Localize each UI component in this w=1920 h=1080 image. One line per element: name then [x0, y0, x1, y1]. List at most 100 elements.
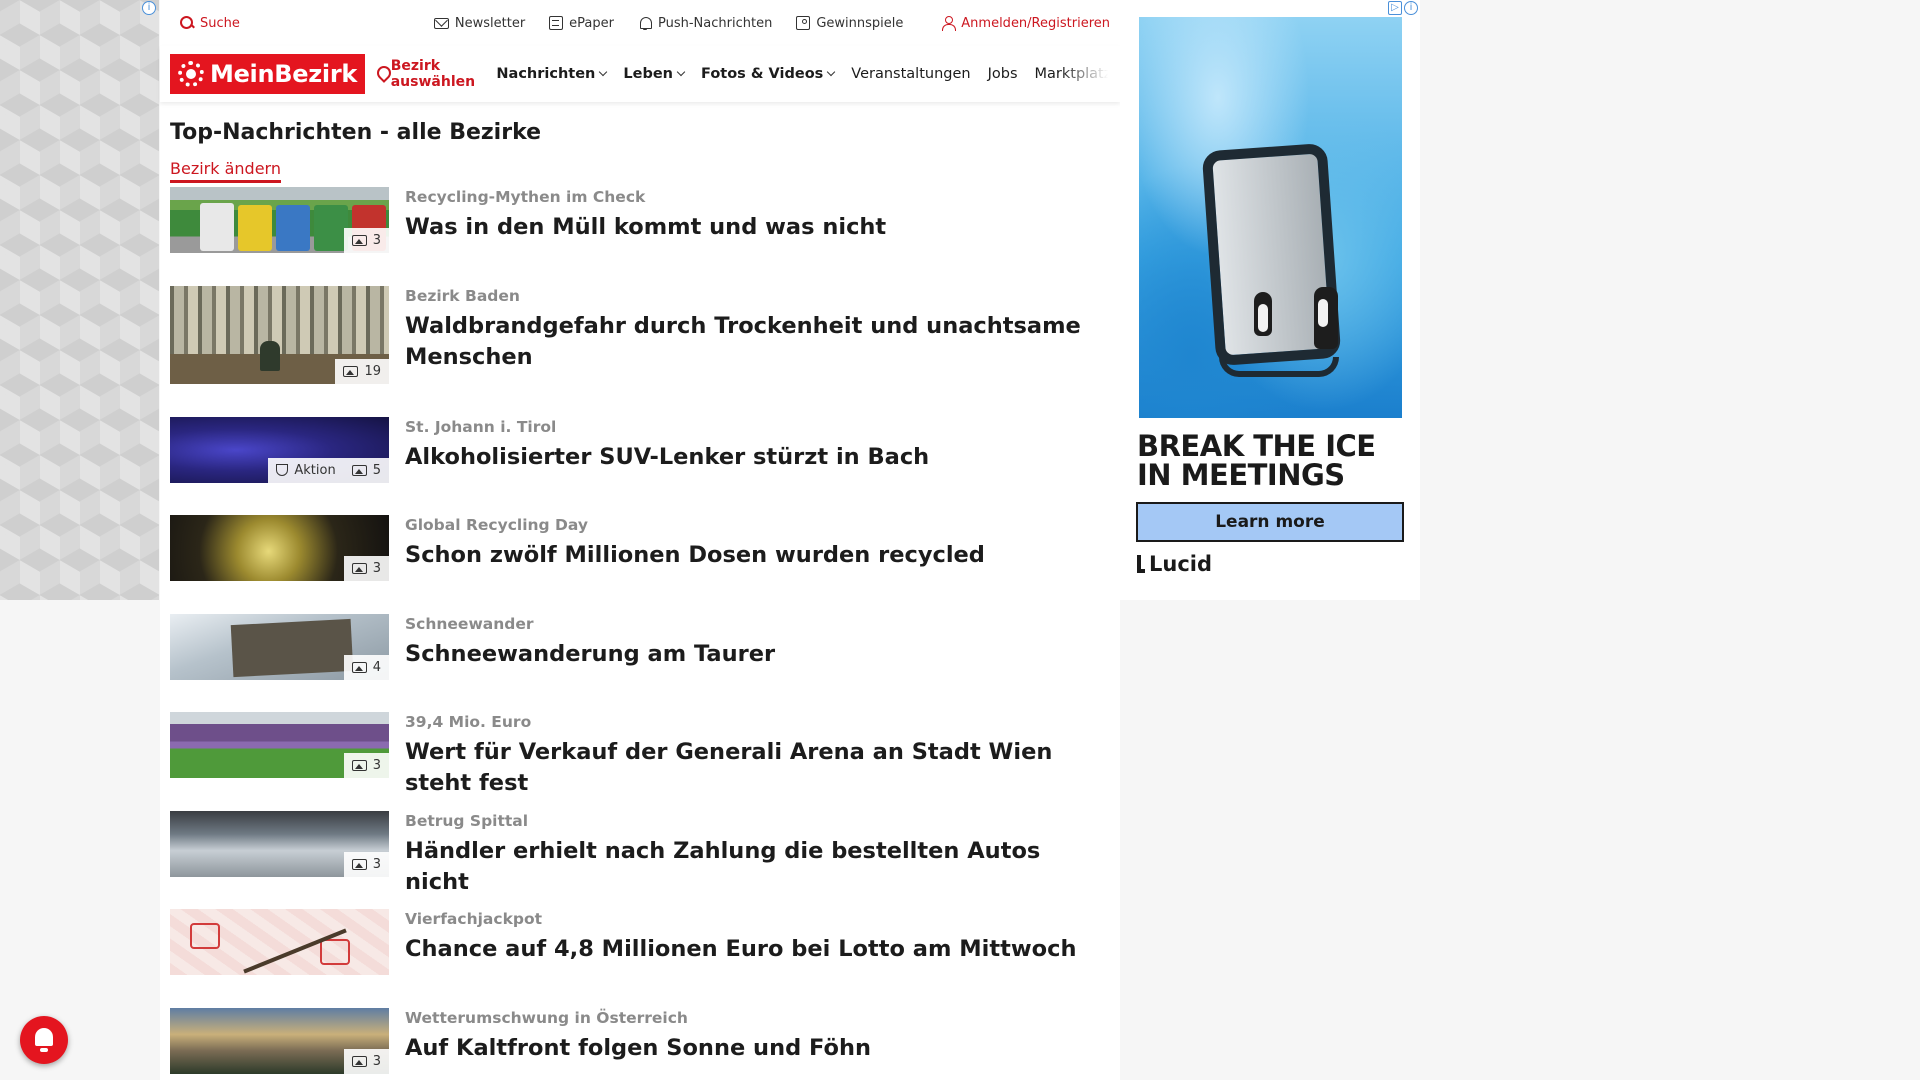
image-gallery-icon — [351, 760, 367, 771]
image-gallery-icon — [351, 464, 367, 476]
article-headline[interactable]: Schneewanderung am Taurer — [405, 639, 1105, 670]
photo-count-badge: 3 — [343, 1048, 389, 1074]
logo-text: MeinBezirk — [210, 60, 358, 88]
article-kicker: 39,4 Mio. Euro — [405, 713, 532, 731]
newsletter-label: Newsletter — [454, 15, 526, 31]
article-item[interactable]: 4 Schneewander Schneewanderung am Taurer — [170, 613, 1120, 713]
article-item[interactable]: 3 39,4 Mio. Euro Wert für Verkauf der Ge… — [170, 712, 1120, 811]
article-headline[interactable]: Wert für Verkauf der Generali Arena an S… — [405, 737, 1105, 799]
nav-item-fotos-videos[interactable]: Fotos & Videos — [701, 66, 836, 82]
ad-headline-line: BREAK THE ICE — [1137, 429, 1376, 463]
nav-item-nachrichten[interactable]: Nachrichten — [496, 66, 608, 82]
article-kicker: Schneewander — [405, 614, 534, 633]
adchoices[interactable]: ▷ i — [1388, 1, 1418, 15]
article-thumbnail[interactable] — [170, 909, 389, 975]
article-item[interactable]: Aktion 5 St. Johann i. Tirol Alkoholisie… — [170, 416, 1120, 516]
article-thumbnail[interactable]: 3 — [170, 1007, 389, 1074]
image-gallery-icon — [343, 365, 359, 377]
page-title: Top-Nachrichten - alle Bezirke — [170, 120, 542, 145]
chevron-down-icon — [676, 67, 686, 77]
article-kicker: Vierfachjackpot — [405, 910, 543, 928]
image-gallery-icon — [351, 563, 367, 574]
article-kicker: Global Recycling Day — [405, 516, 588, 534]
image-gallery-icon — [351, 1055, 367, 1067]
article-thumbnail[interactable]: 3 — [170, 187, 389, 253]
article-thumbnail[interactable]: 3 — [170, 810, 389, 877]
article-item[interactable]: Vierfachjackpot Chance auf 4,8 Millionen… — [170, 909, 1120, 1008]
article-item[interactable]: 3 Wetterumschwung in Österreich Auf Kalt… — [170, 1007, 1120, 1080]
article-kicker: St. Johann i. Tirol — [405, 417, 557, 436]
article-headline[interactable]: Händler erhielt nach Zahlung die bestell… — [405, 836, 1105, 898]
article-headline[interactable]: Chance auf 4,8 Millionen Euro bei Lotto … — [405, 934, 1105, 965]
push-bell-icon[interactable] — [20, 1016, 68, 1064]
lucid-logo-icon — [1137, 555, 1145, 573]
site-logo[interactable]: MeinBezirk — [170, 54, 366, 94]
image-gallery-icon — [351, 235, 367, 246]
article-thumbnail[interactable]: 4 — [170, 613, 389, 680]
adchoices-icon[interactable]: ▷ — [1388, 1, 1402, 15]
article-item[interactable]: 19 Bezirk Baden Waldbrandgefahr durch Tr… — [170, 285, 1120, 417]
info-icon[interactable]: i — [142, 1, 156, 15]
article-item[interactable]: 3 Recycling-Mythen im Check Was in den M… — [170, 187, 1120, 286]
search-link[interactable]: Suche — [180, 16, 240, 31]
top-utility-bar: Suche Newsletter ePaper Push-Nachrichten… — [160, 0, 1120, 46]
penguin-illustration — [1254, 292, 1272, 336]
photo-count-badge: 3 — [343, 753, 389, 778]
article-headline[interactable]: Was in den Müll kommt und was nicht — [405, 212, 1105, 243]
article-headline[interactable]: Auf Kaltfront folgen Sonne und Föhn — [405, 1033, 1105, 1064]
search-label: Suche — [200, 15, 240, 31]
login-register-link[interactable]: Anmelden/Registrieren — [941, 16, 1110, 31]
change-bezirk-link[interactable]: Bezirk ändern — [170, 159, 281, 183]
nav-item-label: Leben — [623, 66, 673, 82]
bell-icon — [638, 16, 652, 30]
ad-headline: BREAK THE ICE IN MEETINGS — [1137, 432, 1376, 490]
nav-item-label: Jobs — [987, 66, 1018, 82]
main-navigation: MeinBezirk Bezirk auswählen Nachrichten … — [160, 46, 1120, 102]
nav-item-veranstaltungen[interactable]: Veranstaltungen — [851, 66, 970, 82]
article-list: 3 Recycling-Mythen im Check Was in den M… — [160, 187, 1120, 1080]
article-kicker: Recycling-Mythen im Check — [405, 188, 646, 206]
login-label: Anmelden/Registrieren — [961, 15, 1110, 31]
photo-count: 3 — [372, 856, 381, 872]
article-thumbnail[interactable]: Aktion 5 — [170, 416, 389, 483]
epaper-icon — [549, 16, 564, 30]
article-headline[interactable]: Alkoholisierter SUV-Lenker stürzt in Bac… — [405, 442, 1105, 473]
photo-count: 3 — [372, 561, 381, 576]
ad-brand-name: Lucid — [1149, 552, 1213, 576]
article-kicker: Bezirk Baden — [405, 286, 520, 305]
ad-headline-line: IN MEETINGS — [1137, 458, 1345, 492]
article-headline[interactable]: Waldbrandgefahr durch Trockenheit und un… — [405, 311, 1105, 373]
newsletter-link[interactable]: Newsletter — [433, 15, 526, 31]
push-label: Push-Nachrichten — [658, 15, 773, 31]
logo-burst-icon — [178, 61, 204, 87]
info-icon[interactable]: i — [1404, 1, 1418, 15]
nav-item-jobs[interactable]: Jobs — [988, 66, 1018, 82]
action-badge-label: Aktion — [294, 462, 336, 478]
article-item[interactable]: 3 Betrug Spittal Händler erhielt nach Za… — [170, 810, 1120, 910]
epaper-label: ePaper — [569, 15, 614, 31]
article-item[interactable]: 3 Global Recycling Day Schon zwölf Milli… — [170, 515, 1120, 614]
ad-image[interactable] — [1139, 17, 1402, 418]
mail-icon — [433, 17, 449, 29]
sidebar-ad[interactable]: ▷ i BREAK THE ICE IN MEETINGS Learn more… — [1120, 0, 1420, 600]
push-notifications-link[interactable]: Push-Nachrichten — [638, 16, 772, 31]
location-pin-icon — [377, 66, 385, 82]
article-kicker: Wetterumschwung in Österreich — [405, 1008, 688, 1027]
article-headline[interactable]: Schon zwölf Millionen Dosen wurden recyc… — [405, 540, 1105, 571]
photo-count: 19 — [364, 363, 381, 379]
article-thumbnail[interactable]: 19 — [170, 285, 389, 384]
article-thumbnail[interactable]: 3 — [170, 712, 389, 778]
nav-item-leben[interactable]: Leben — [623, 66, 686, 82]
photo-count: 3 — [372, 233, 381, 248]
select-bezirk-button[interactable]: Bezirk auswählen — [377, 58, 479, 90]
select-bezirk-label: Bezirk auswählen — [390, 58, 476, 90]
epaper-link[interactable]: ePaper — [549, 16, 614, 31]
gift-icon — [796, 16, 811, 30]
contests-link[interactable]: Gewinnspiele — [796, 16, 903, 31]
mirror-stand-illustration — [1219, 357, 1339, 377]
image-gallery-icon — [351, 858, 367, 870]
background-ad-left[interactable] — [0, 0, 159, 600]
nav-item-label: Veranstaltungen — [851, 66, 971, 82]
learn-more-button[interactable]: Learn more — [1136, 502, 1404, 542]
article-thumbnail[interactable]: 3 — [170, 515, 389, 581]
